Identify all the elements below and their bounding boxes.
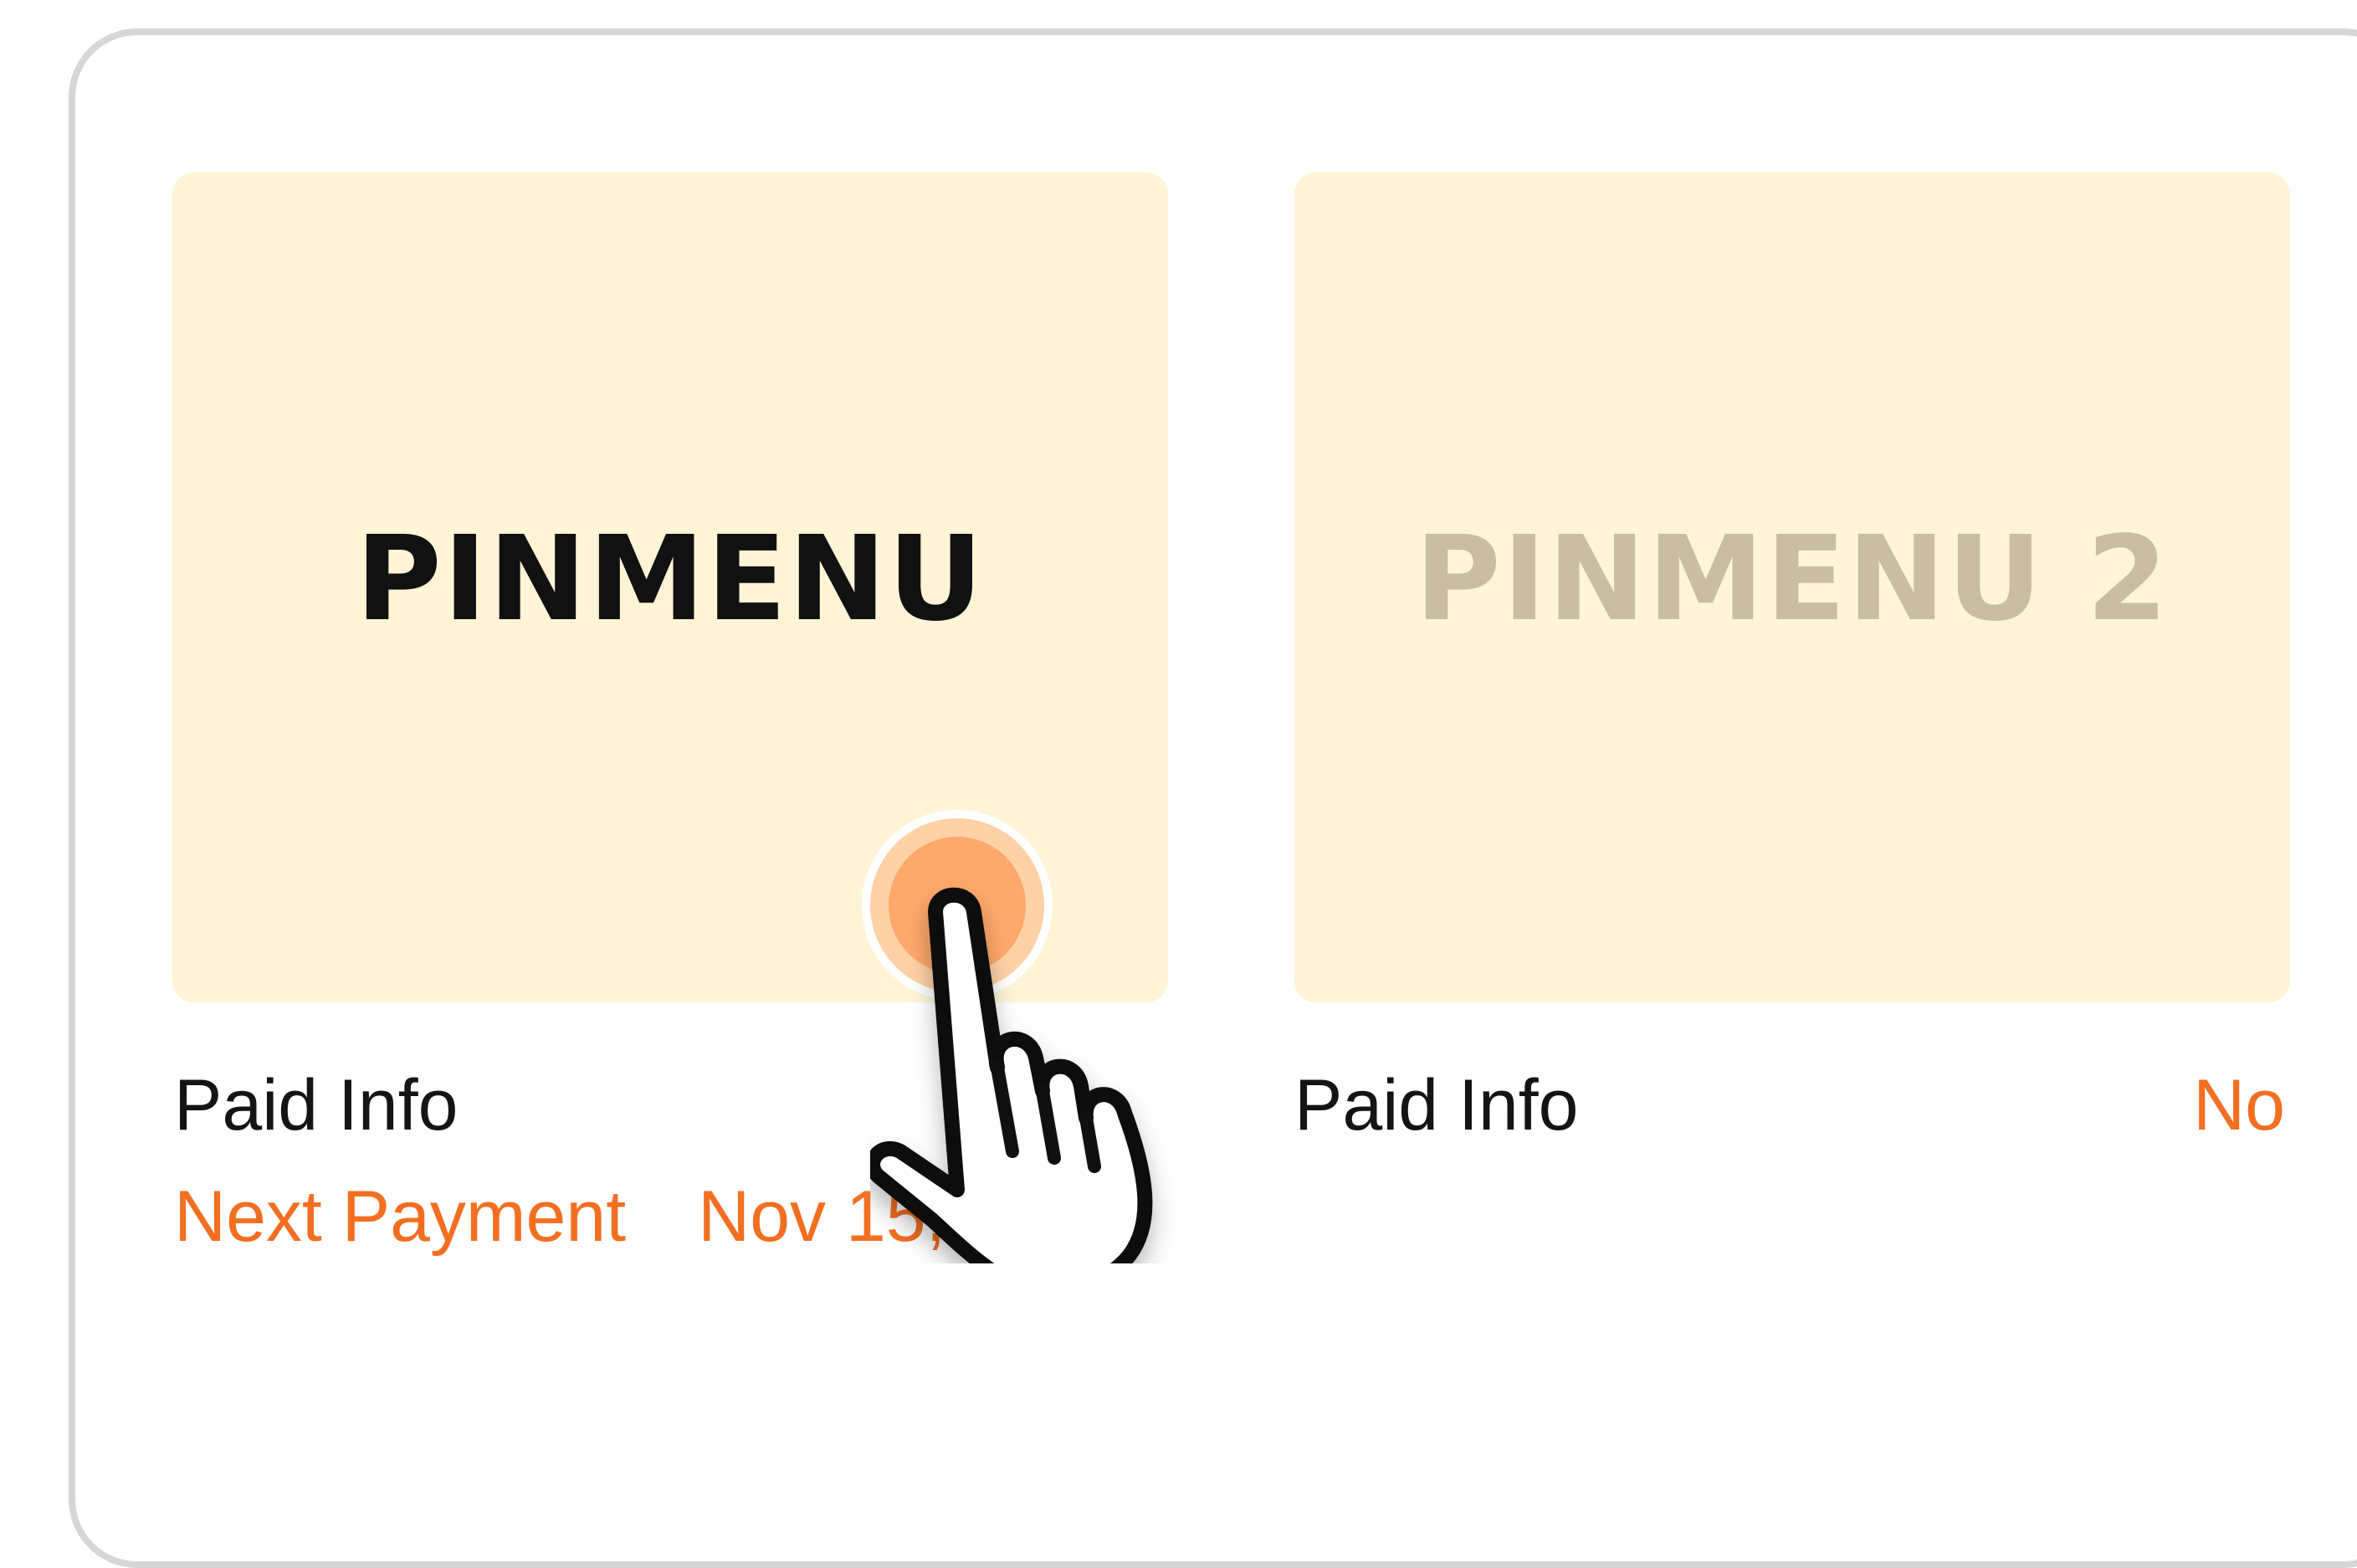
hand-pointer-icon (870, 887, 1153, 1263)
paid-status-value: No (2193, 1065, 2285, 1145)
card-title: PINMENU (356, 510, 985, 648)
next-payment-label: Next Payment (174, 1176, 627, 1257)
card-title: PINMENU 2 (1415, 510, 2170, 648)
paid-info-label: Paid Info (174, 1065, 459, 1145)
paid-info-label: Paid Info (1294, 1065, 1579, 1145)
menu-card-pinmenu-2[interactable]: PINMENU 2 (1294, 172, 2290, 1002)
